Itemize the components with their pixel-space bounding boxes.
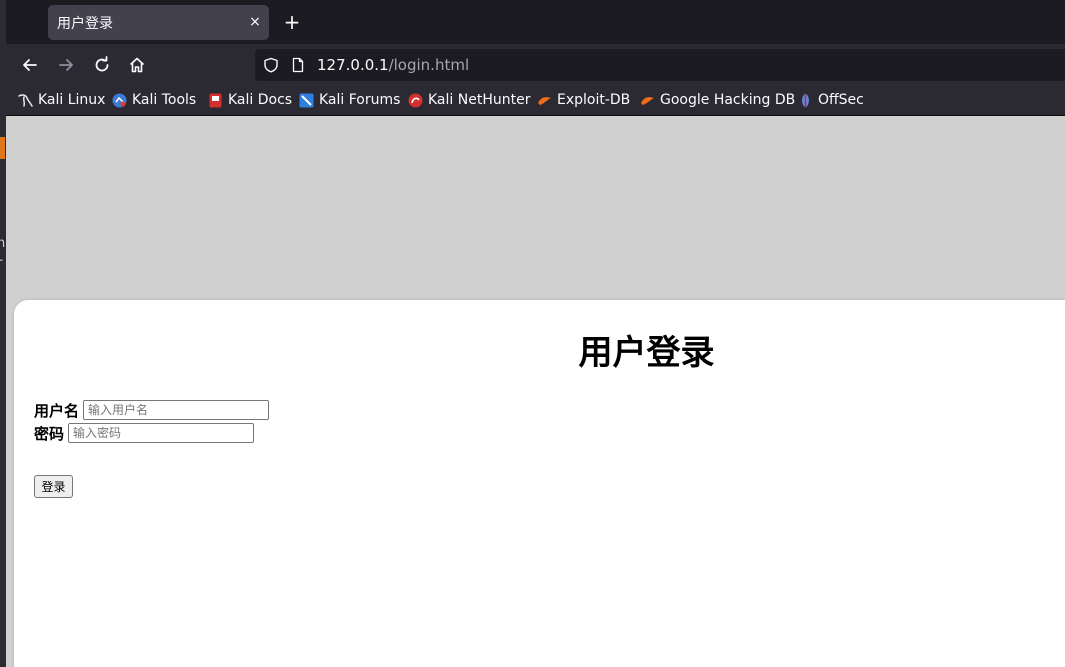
navigation-toolbar: 127.0.0.1/login.html bbox=[6, 44, 1065, 86]
offsec-icon bbox=[802, 93, 809, 107]
forward-button[interactable] bbox=[53, 52, 79, 78]
kali-dragon-icon bbox=[18, 93, 33, 107]
tab-login[interactable]: 用户登录 × bbox=[48, 5, 269, 40]
page-icon[interactable] bbox=[290, 57, 306, 73]
url-path: /login.html bbox=[388, 56, 470, 74]
page-title: 用户登录 bbox=[578, 333, 715, 373]
bookmark-label: Kali Linux bbox=[38, 92, 106, 108]
back-button[interactable] bbox=[17, 52, 43, 78]
home-button[interactable] bbox=[124, 52, 150, 78]
bookmarks-bar: Kali Linux Kali Tools Kali Docs Kali For… bbox=[6, 86, 1065, 116]
desktop-edge-text: n bbox=[0, 236, 6, 251]
kali-docs-icon bbox=[209, 93, 222, 107]
password-label: 密码 bbox=[34, 424, 65, 443]
bookmark-label: Kali NetHunter bbox=[428, 92, 531, 108]
password-input[interactable] bbox=[68, 423, 255, 443]
bookmark-offsec[interactable]: OffSec bbox=[798, 91, 864, 109]
username-input[interactable] bbox=[83, 400, 270, 420]
tab-title: 用户登录 bbox=[57, 16, 113, 32]
desktop-edge-text: r bbox=[0, 256, 2, 271]
reload-button[interactable] bbox=[89, 52, 115, 78]
tab-close-icon[interactable]: × bbox=[245, 12, 265, 32]
username-label: 用户名 bbox=[34, 401, 80, 420]
bookmark-label: Google Hacking DB bbox=[660, 92, 796, 108]
arrow-right-icon bbox=[59, 59, 73, 71]
exploit-db-icon bbox=[538, 96, 551, 105]
bookmark-kali-nethunter[interactable]: Kali NetHunter bbox=[408, 91, 530, 109]
bookmark-kali-linux[interactable]: Kali Linux bbox=[18, 91, 105, 109]
password-row: 密码 bbox=[34, 422, 255, 444]
kali-nethunter-icon bbox=[408, 93, 423, 107]
home-icon bbox=[129, 57, 145, 73]
url-text[interactable]: 127.0.0.1/login.html bbox=[317, 56, 469, 74]
arrow-left-icon bbox=[23, 59, 37, 71]
tab-strip: 用户登录 × + bbox=[6, 0, 1065, 44]
kali-tools-icon bbox=[112, 93, 127, 107]
new-tab-button[interactable]: + bbox=[280, 10, 304, 34]
bookmark-google-hacking-db[interactable]: Google Hacking DB bbox=[640, 91, 795, 109]
screen: n r 用户登录 × + bbox=[0, 0, 1065, 667]
kali-forums-icon bbox=[299, 93, 314, 107]
desktop-accent-marker bbox=[0, 137, 5, 159]
bookmark-label: Kali Docs bbox=[228, 92, 293, 108]
bookmark-label: Kali Tools bbox=[132, 92, 197, 108]
shield-icon[interactable] bbox=[263, 57, 279, 73]
bookmark-kali-docs[interactable]: Kali Docs bbox=[208, 91, 292, 109]
bookmark-kali-tools[interactable]: Kali Tools bbox=[112, 91, 196, 109]
bookmark-kali-forums[interactable]: Kali Forums bbox=[299, 91, 400, 109]
login-button[interactable]: 登录 bbox=[34, 475, 73, 498]
bookmark-label: OffSec bbox=[818, 92, 864, 108]
username-row: 用户名 bbox=[34, 399, 270, 421]
page-viewport: 用户登录 用户名 密码 登录 bbox=[6, 116, 1065, 667]
bookmark-exploit-db[interactable]: Exploit-DB bbox=[537, 91, 630, 109]
login-card: 用户登录 用户名 密码 登录 bbox=[14, 300, 1065, 667]
google-hacking-db-icon bbox=[641, 96, 654, 105]
bookmark-label: Exploit-DB bbox=[557, 92, 631, 108]
address-bar[interactable]: 127.0.0.1/login.html bbox=[255, 49, 1065, 81]
bookmark-label: Kali Forums bbox=[319, 92, 401, 108]
url-host: 127.0.0.1 bbox=[317, 56, 389, 74]
reload-icon bbox=[95, 56, 109, 72]
